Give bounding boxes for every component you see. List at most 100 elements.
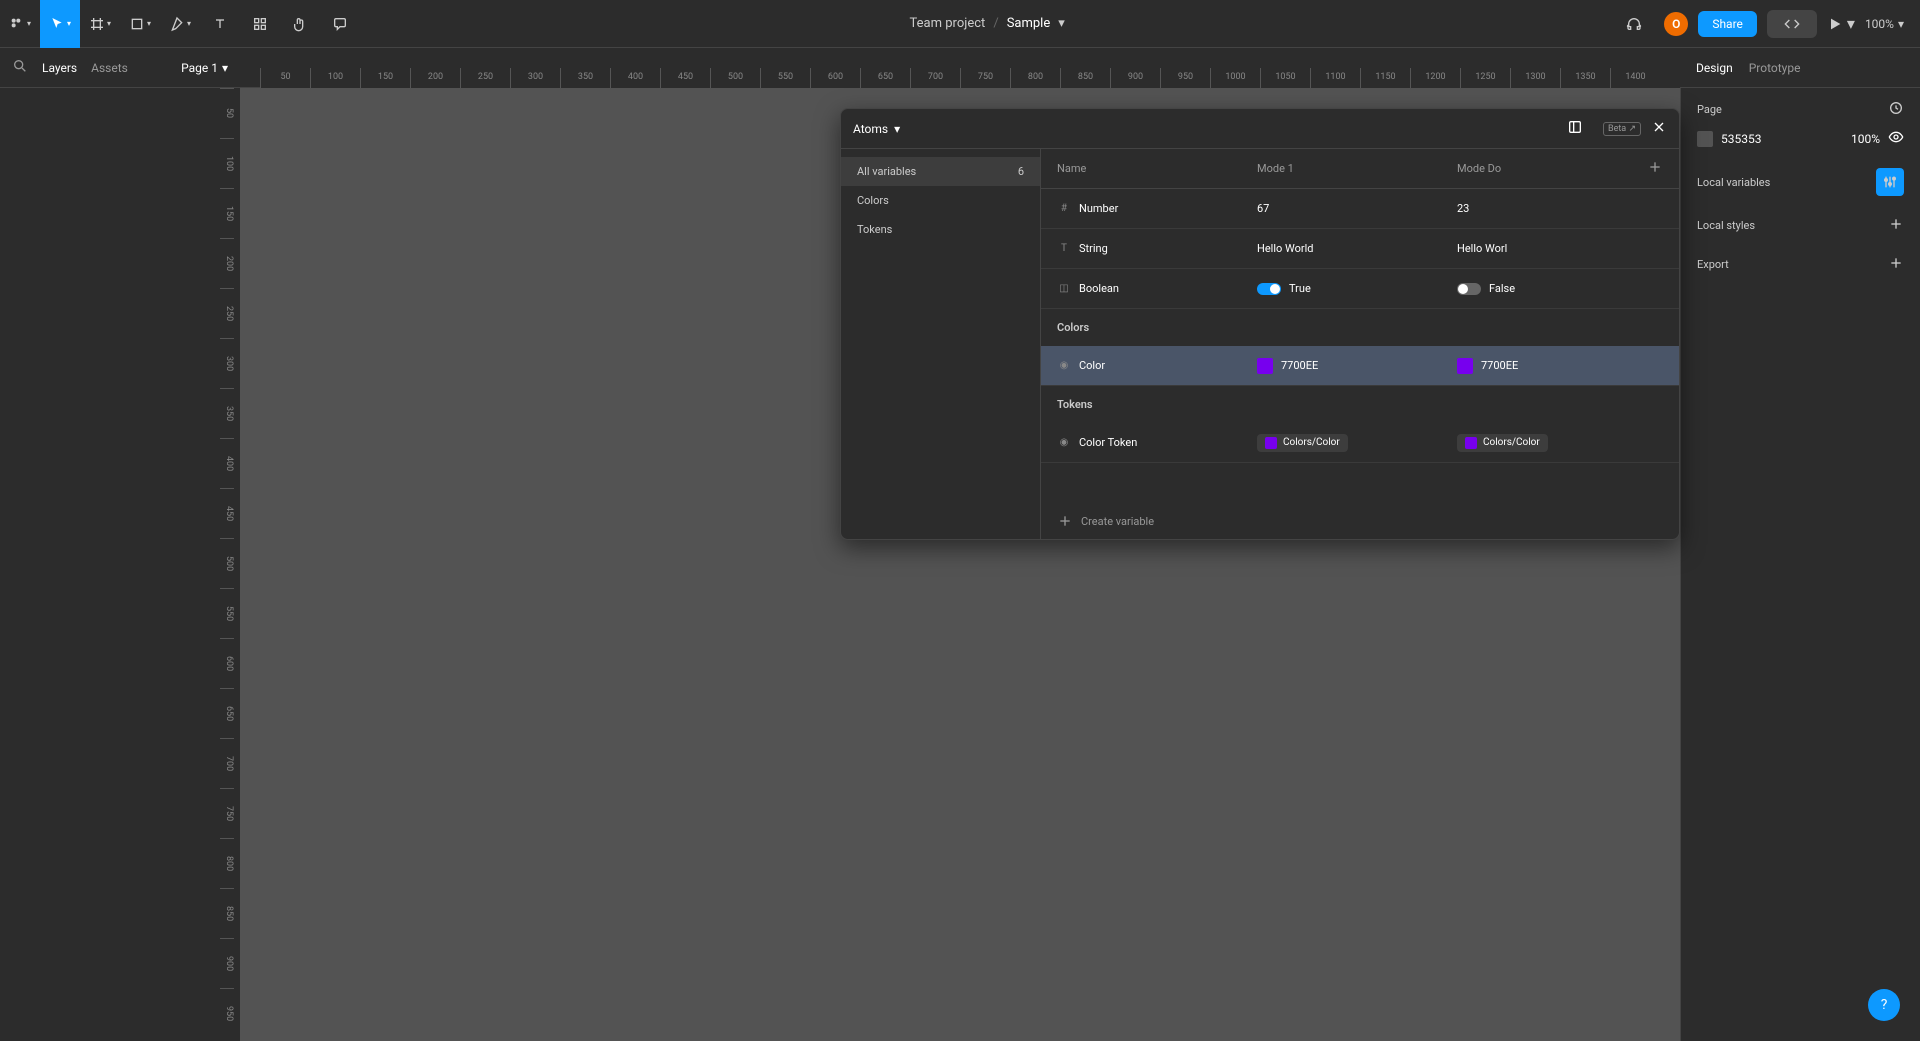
ruler-tick: 750 — [960, 68, 1010, 88]
variable-value[interactable]: 67 — [1257, 202, 1269, 215]
code-icon — [1784, 16, 1800, 32]
variable-value[interactable]: Hello Worl — [1457, 242, 1507, 255]
main-menu-button[interactable]: ▾ — [0, 0, 40, 48]
ruler-tick: 300 — [220, 338, 234, 388]
column-header-mode1[interactable]: Mode 1 — [1241, 162, 1441, 175]
variable-value[interactable]: 23 — [1457, 202, 1469, 215]
ruler-tick: 800 — [1010, 68, 1060, 88]
share-button[interactable]: Share — [1698, 11, 1757, 37]
collection-name[interactable]: Atoms — [853, 122, 888, 136]
variable-row-string[interactable]: T String Hello World Hello Worl — [1041, 229, 1679, 269]
close-button[interactable] — [1651, 119, 1667, 138]
avatar[interactable]: O — [1664, 12, 1688, 36]
ruler-tick: 450 — [660, 68, 710, 88]
settings-icon — [1882, 174, 1898, 190]
search-button[interactable] — [12, 58, 28, 77]
dev-mode-button[interactable] — [1767, 10, 1817, 38]
create-variable-label: Create variable — [1081, 515, 1154, 528]
ruler-tick: 150 — [360, 68, 410, 88]
add-export-button[interactable] — [1888, 255, 1904, 274]
top-toolbar: ▾ ▾ ▾ ▾ ▾ Team project — [0, 0, 1920, 48]
frame-tool-button[interactable]: ▾ — [80, 0, 120, 48]
page-color-value[interactable]: 535353 — [1721, 132, 1761, 146]
sidebar-icon — [1567, 119, 1583, 135]
help-button[interactable]: ? — [1868, 989, 1900, 1021]
ruler-tick: 200 — [220, 238, 234, 288]
table-header: Name Mode 1 Mode Do — [1041, 149, 1679, 189]
ruler-tick: 1350 — [1560, 68, 1610, 88]
color-alias-pill[interactable]: Colors/Color — [1257, 434, 1348, 452]
variable-name: Number — [1079, 202, 1118, 215]
comment-tool-button[interactable] — [320, 0, 360, 48]
project-name[interactable]: Sample — [1007, 16, 1051, 31]
variable-value: 7700EE — [1481, 359, 1518, 372]
variable-value: False — [1489, 282, 1515, 295]
horizontal-ruler: 5010015020025030035040045050055060065070… — [260, 68, 1680, 88]
boolean-toggle[interactable] — [1457, 283, 1481, 295]
sidebar-item-all-variables[interactable]: All variables 6 — [841, 157, 1040, 186]
variable-row-color-token[interactable]: ◉ Color Token Colors/Color — [1041, 423, 1679, 463]
canvas-area[interactable]: 5010015020025030035040045050055060065070… — [240, 88, 1680, 1041]
ruler-tick: 1100 — [1310, 68, 1360, 88]
variable-row-color[interactable]: ◉ Color 7700EE 7700EE — [1041, 346, 1679, 386]
chevron-down-icon: ▾ — [67, 19, 71, 28]
color-swatch[interactable] — [1457, 358, 1473, 374]
headphones-icon — [1626, 16, 1642, 32]
create-variable-button[interactable]: Create variable — [1041, 503, 1679, 539]
tab-prototype[interactable]: Prototype — [1749, 61, 1801, 75]
ruler-tick: 950 — [220, 988, 234, 1038]
resources-icon — [252, 16, 268, 32]
team-label[interactable]: Team project — [910, 16, 986, 31]
toolbar-tools: ▾ ▾ ▾ ▾ ▾ — [0, 0, 360, 48]
canvas[interactable]: Atoms ▾ Beta ↗ — [260, 108, 1680, 1041]
ruler-tick: 1300 — [1510, 68, 1560, 88]
ruler-tick: 1400 — [1610, 68, 1660, 88]
text-tool-button[interactable] — [200, 0, 240, 48]
sidebar-item-tokens[interactable]: Tokens — [841, 215, 1040, 244]
pen-tool-button[interactable]: ▾ — [160, 0, 200, 48]
boolean-toggle[interactable] — [1257, 283, 1281, 295]
ruler-tick: 250 — [220, 288, 234, 338]
tab-design[interactable]: Design — [1696, 61, 1733, 75]
sidebar-toggle-button[interactable] — [1567, 119, 1583, 138]
plus-icon — [1888, 255, 1904, 271]
audio-button[interactable] — [1614, 0, 1654, 48]
chevron-down-icon[interactable]: ▾ — [1058, 16, 1065, 31]
sidebar-item-colors[interactable]: Colors — [841, 186, 1040, 215]
color-swatch[interactable] — [1257, 358, 1273, 374]
page-section-label: Page — [1697, 103, 1722, 116]
variable-row-number[interactable]: # Number 67 23 — [1041, 189, 1679, 229]
present-button[interactable]: ▾ — [1827, 14, 1855, 33]
hand-tool-button[interactable] — [280, 0, 320, 48]
local-variables-button[interactable] — [1876, 168, 1904, 196]
play-icon — [1827, 16, 1843, 32]
color-alias-pill[interactable]: Colors/Color — [1457, 434, 1548, 452]
avatar-initial: O — [1672, 17, 1680, 31]
chevron-down-icon[interactable]: ▾ — [894, 122, 900, 136]
number-type-icon: # — [1057, 202, 1071, 216]
right-panel: Page 535353 100% Local variables — [1680, 88, 1920, 1041]
tab-layers[interactable]: Layers — [42, 61, 77, 75]
sidebar-item-label: All variables — [857, 165, 916, 178]
page-selector[interactable]: Page 1 ▾ — [181, 61, 228, 75]
page-color-swatch[interactable] — [1697, 131, 1713, 147]
ruler-tick: 450 — [220, 488, 234, 538]
visibility-button[interactable] — [1888, 129, 1904, 148]
move-tool-button[interactable]: ▾ — [40, 0, 80, 48]
add-style-button[interactable] — [1888, 216, 1904, 235]
variable-value[interactable]: Hello World — [1257, 242, 1314, 255]
page-history-button[interactable] — [1888, 100, 1904, 119]
ruler-tick: 700 — [220, 738, 234, 788]
resources-button[interactable] — [240, 0, 280, 48]
add-mode-button[interactable] — [1641, 159, 1679, 178]
tab-assets[interactable]: Assets — [91, 61, 128, 75]
shape-tool-button[interactable]: ▾ — [120, 0, 160, 48]
variable-row-boolean[interactable]: ◫ Boolean True False — [1041, 269, 1679, 309]
zoom-value: 100% — [1865, 17, 1894, 31]
ruler-tick: 1250 — [1460, 68, 1510, 88]
column-header-mode2[interactable]: Mode Do — [1441, 162, 1641, 175]
page-opacity-value[interactable]: 100% — [1851, 132, 1880, 146]
ruler-tick: 850 — [220, 888, 234, 938]
rectangle-icon — [129, 16, 145, 32]
zoom-control[interactable]: 100% ▾ — [1865, 17, 1904, 31]
